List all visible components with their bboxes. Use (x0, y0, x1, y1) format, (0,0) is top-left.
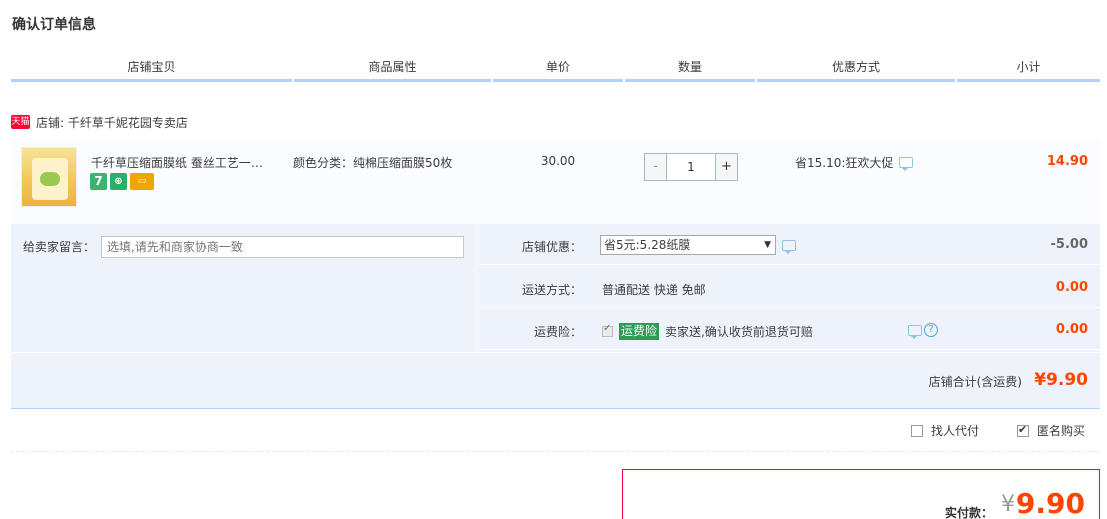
shop-discount-amount: -5.00 (1050, 237, 1088, 252)
credit-card-icon[interactable]: ▭ (130, 173, 154, 190)
shipping-method: 普通配送 快递 免邮 (602, 283, 706, 297)
shop-name-link[interactable]: 店铺: 千纤草千妮花园专卖店 (36, 114, 188, 131)
insurance-text: 卖家送,确认收货前退货可赔 (665, 325, 813, 339)
shop-discount-label: 店铺优惠： (521, 240, 582, 254)
anonymous-option[interactable]: 匿名购买 (1017, 422, 1085, 439)
payment-label: 实付款： (944, 506, 993, 519)
product-thumbnail[interactable] (21, 147, 77, 207)
chat-bubble-icon[interactable] (782, 240, 796, 254)
seven-day-return-icon[interactable]: 7 (90, 173, 107, 190)
insurance-service-icon[interactable]: ⊕ (110, 173, 127, 190)
quantity-plus-button[interactable]: + (715, 154, 737, 180)
promotion-text: 省15.10:狂欢大促 (795, 156, 894, 170)
quantity-minus-button[interactable]: - (645, 154, 667, 180)
shop-total-bar: 店铺合计(含运费) ¥9.90 (11, 353, 1100, 409)
header-unit-price: 单价 (493, 58, 623, 82)
insurance-badge: 运费险 (619, 323, 660, 340)
shipping-label: 运送方式： (521, 283, 582, 297)
seller-message-area: 给卖家留言： (11, 224, 477, 352)
help-icon[interactable]: ? (924, 323, 938, 337)
shipping-row: 运送方式： 普通配送 快递 免邮 0.00 (479, 267, 1100, 308)
quantity-input[interactable] (667, 154, 715, 180)
service-icons: 7 ⊕ ▭ (90, 173, 154, 190)
shop-total-amount: ¥9.90 (1034, 370, 1088, 390)
seller-message-input[interactable] (101, 236, 464, 258)
anonymous-checkbox[interactable] (1017, 423, 1029, 437)
order-item-row: 千纤草压缩面膜纸 蚕丝工艺一… 7 ⊕ ▭ 颜色分类：纯棉压缩面膜50枚 30.… (11, 140, 1100, 224)
product-title-link[interactable]: 千纤草压缩面膜纸 蚕丝工艺一… (91, 154, 281, 171)
header-shop-item: 店铺宝贝 (11, 58, 292, 82)
order-table-header: 店铺宝贝 商品属性 单价 数量 优惠方式 小计 (11, 58, 1100, 82)
anonymous-label: 匿名购买 (1037, 424, 1086, 438)
insurance-label: 运费险： (533, 325, 582, 339)
proxy-pay-option[interactable]: 找人代付 (911, 422, 979, 439)
currency-symbol: ¥ (1001, 492, 1015, 517)
header-subtotal: 小计 (957, 58, 1100, 82)
insurance-value: 运费险 卖家送,确认收货前退货可赔 (602, 323, 813, 340)
insurance-icons: ? (908, 323, 938, 339)
shop-total-label: 店铺合计(含运费) (928, 375, 1022, 389)
shop-discount-row: 店铺优惠： 省5元:5.28纸膜 ▼ -5.00 (479, 224, 1100, 265)
shop-row: 天猫 店铺: 千纤草千妮花园专卖店 (11, 112, 188, 132)
item-subtotal: 14.90 (1046, 154, 1088, 169)
dropdown-arrow-icon: ▼ (764, 240, 771, 250)
proxy-pay-checkbox[interactable] (911, 424, 923, 437)
header-attributes: 商品属性 (294, 58, 491, 82)
shop-discount-selected: 省5元:5.28纸膜 (604, 238, 691, 252)
header-quantity: 数量 (625, 58, 755, 82)
shipping-amount: 0.00 (1055, 280, 1088, 295)
payment-amount: 9.90 (1015, 487, 1085, 519)
page-title: 确认订单信息 (12, 17, 96, 33)
proxy-pay-label: 找人代付 (931, 424, 980, 438)
unit-price: 30.00 (540, 154, 576, 168)
insurance-checkbox[interactable] (602, 323, 613, 337)
header-discount: 优惠方式 (757, 58, 955, 82)
shop-discount-select[interactable]: 省5元:5.28纸膜 ▼ (600, 235, 776, 255)
checkout-options: 找人代付 匿名购买 (11, 420, 1100, 452)
insurance-amount: 0.00 (1055, 322, 1088, 337)
promotion-info: 省15.10:狂欢大促 (795, 154, 914, 171)
chat-bubble-icon[interactable] (908, 324, 922, 339)
quantity-stepper: - + (644, 153, 738, 181)
seller-message-label: 给卖家留言： (23, 240, 96, 254)
product-attribute: 颜色分类：纯棉压缩面膜50枚 (293, 156, 453, 170)
chat-bubble-icon[interactable] (899, 157, 914, 171)
insurance-row: 运费险： 运费险 卖家送,确认收货前退货可赔 ? 0.00 (479, 309, 1100, 350)
tmall-icon: 天猫 (11, 115, 30, 129)
payment-summary: 实付款： ¥ 9.90 (622, 469, 1100, 519)
order-extras-panel: 给卖家留言： 店铺优惠： 省5元:5.28纸膜 ▼ -5.00 运送方式： 普通… (11, 224, 1100, 352)
